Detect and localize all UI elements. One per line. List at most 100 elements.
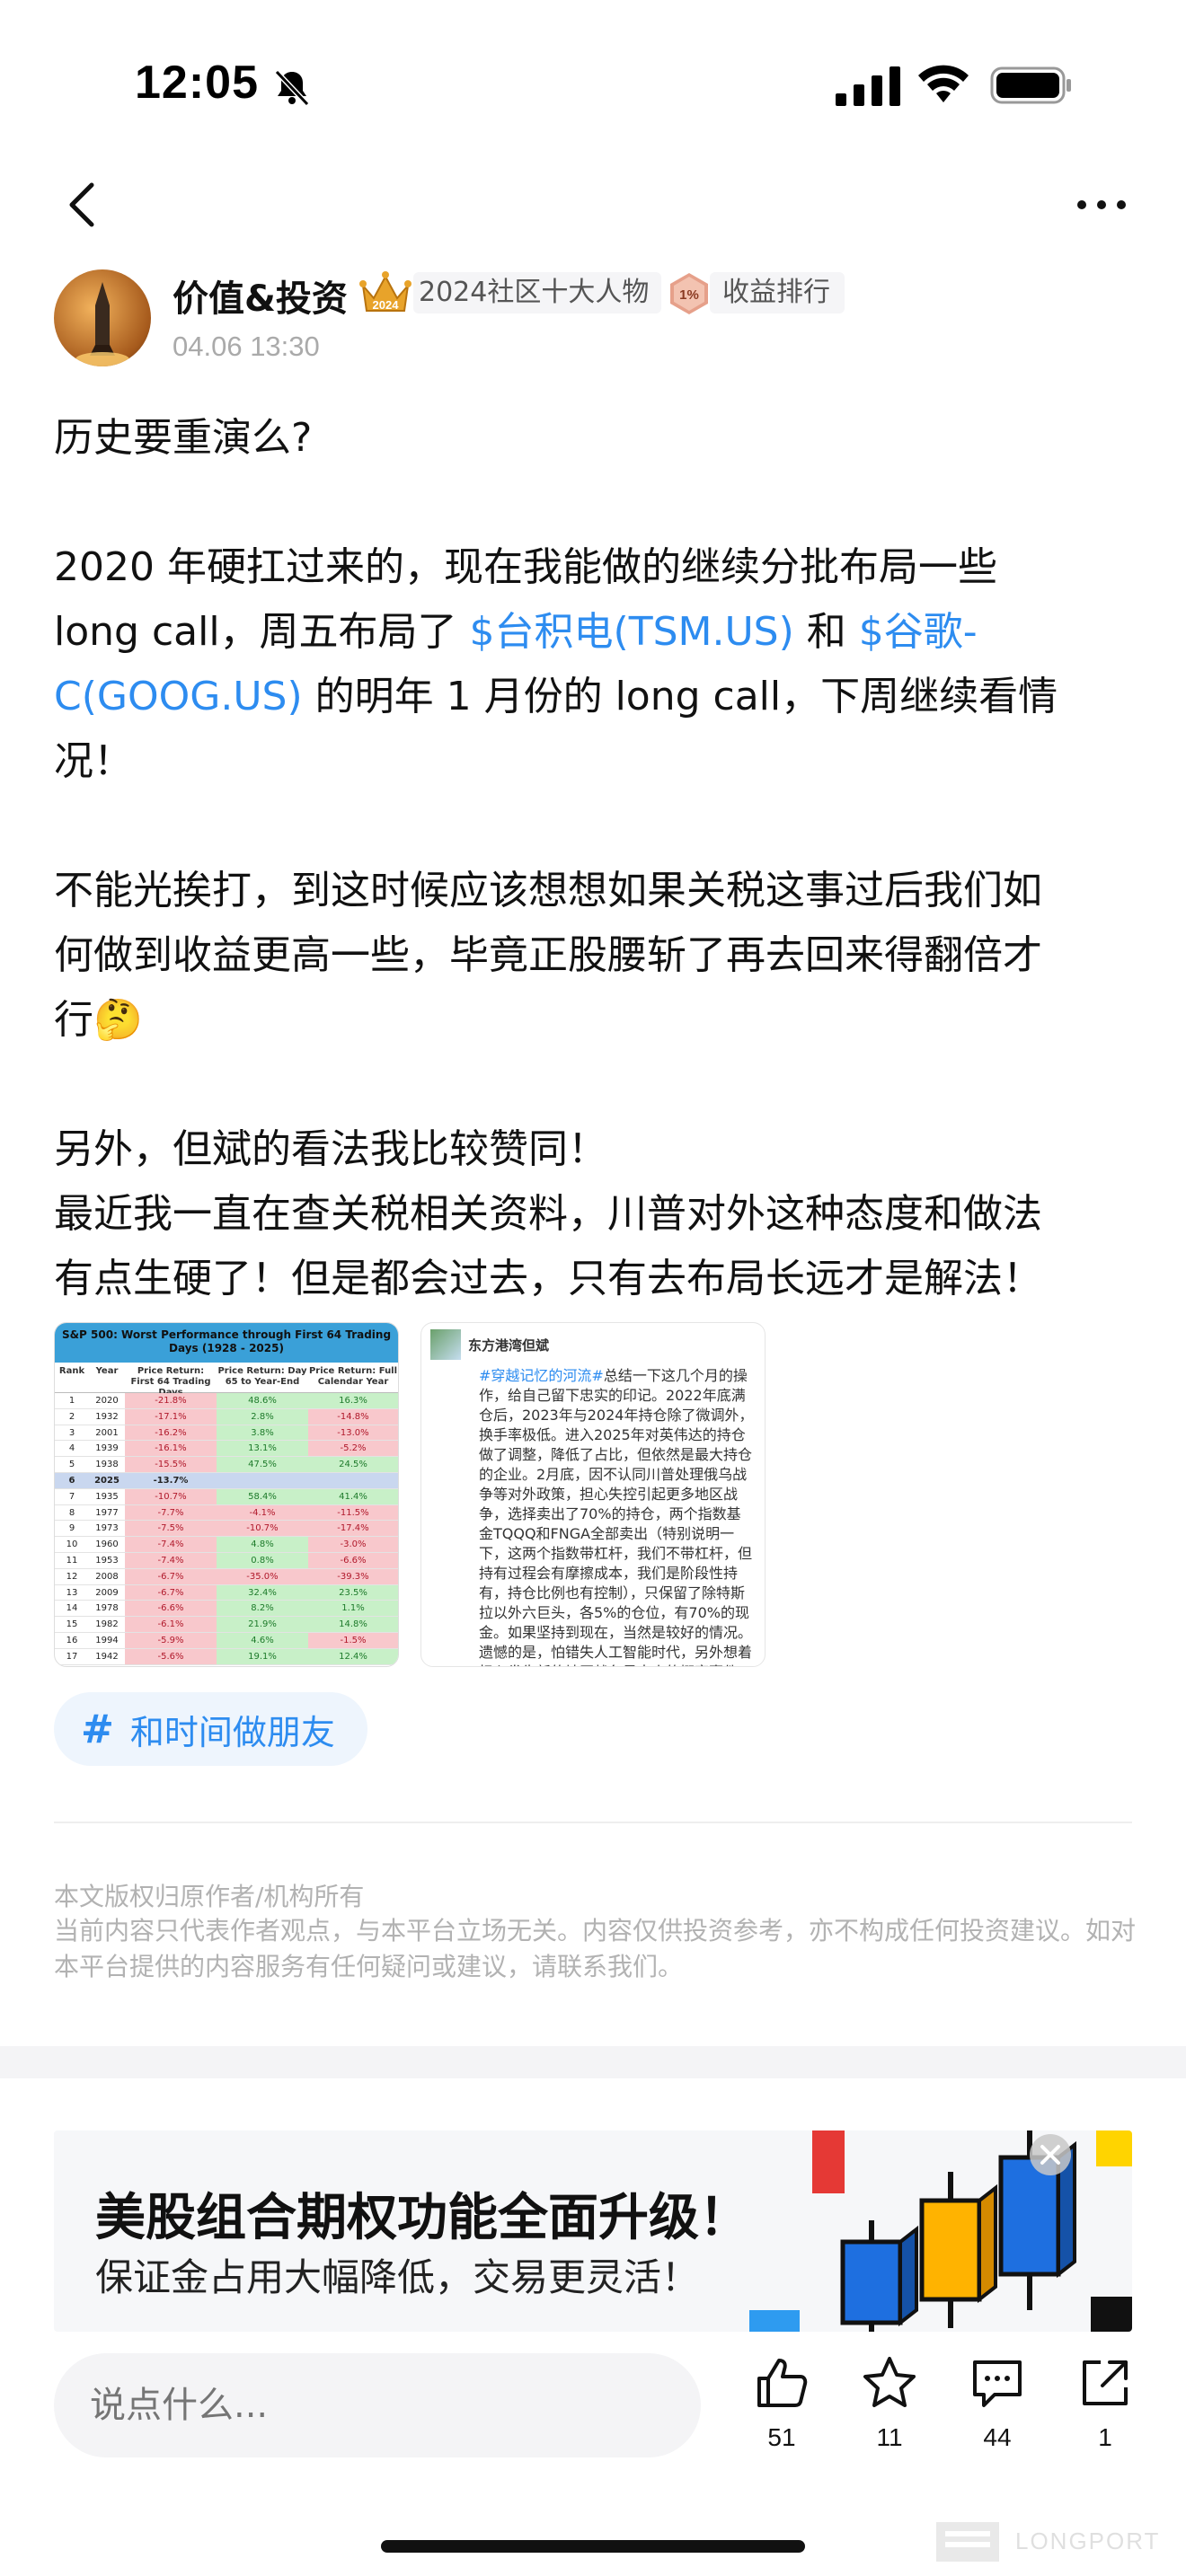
table-cell: 13.1% (217, 1441, 308, 1457)
table-cell: -13.0% (308, 1425, 398, 1441)
stock-ticker-link[interactable]: $谷歌- (859, 609, 978, 655)
table-cell: -3.0% (308, 1537, 398, 1552)
table-cell: 19.1% (217, 1648, 308, 1664)
table-row: 5 1938 -15.5% 47.5% 24.5% (55, 1457, 398, 1473)
table-cell: 1977 (95, 1507, 119, 1518)
table-cell (308, 1472, 398, 1488)
comment-input[interactable] (54, 2353, 701, 2457)
table-cell: 2001 (95, 1427, 119, 1438)
table-header-cell: Price Return: First 64 Trading Days (130, 1366, 211, 1398)
table-cell: 3 (68, 1427, 75, 1438)
table-cell: 48.6% (217, 1393, 308, 1408)
author-avatar[interactable] (54, 269, 151, 366)
stock-ticker-link[interactable]: C(GOOG.US) (54, 674, 303, 719)
star-icon (863, 2357, 916, 2407)
home-indicator[interactable] (381, 2540, 805, 2553)
table-cell: -7.4% (125, 1552, 217, 1568)
note-tag: #穿越记忆的河流# (479, 1367, 604, 1384)
table-row: 8 1977 -7.7% -4.1% -11.5% (55, 1504, 398, 1522)
table-row: 11 1953 -7.4% 0.8% -6.6% (55, 1552, 398, 1569)
copyright-notice: 本文版权归原作者/机构所有 (54, 1882, 365, 1911)
table-cell (217, 1472, 308, 1488)
table-header-cell: Price Return: Full Calendar Year (308, 1366, 398, 1387)
topic-tag-chip[interactable]: # 和时间做朋友 (54, 1692, 367, 1766)
table-cell: -35.0% (217, 1568, 308, 1584)
table-cell: 1932 (95, 1411, 119, 1422)
post-line: 最近我一直在查关税相关资料，川普对外这种态度和做法 (54, 1182, 1141, 1247)
share-icon (1083, 2360, 1128, 2405)
table-cell: -16.2% (125, 1425, 217, 1441)
post-line: 不能光挨打，到这时候应该想想如果关税这事过后我们如 (54, 859, 1141, 923)
favorite-button[interactable]: 11 (845, 2351, 934, 2459)
post-body: 历史要重演么? 2020 年硬扛过来的，现在我能做的继续分批布局一些 long ca… (54, 406, 1141, 1311)
table-cell: 2009 (95, 1587, 119, 1598)
table-row: 4 1939 -16.1% 13.1% -5.2% (55, 1441, 398, 1458)
table-cell: 1942 (95, 1651, 119, 1662)
status-bar: 12:05 (0, 0, 1186, 171)
battery-icon (990, 66, 1071, 104)
wifi-icon (918, 65, 969, 102)
table-cell: 4 (68, 1443, 75, 1454)
table-cell: -6.1% (125, 1617, 217, 1632)
table-cell: -7.4% (125, 1537, 217, 1552)
like-button[interactable]: 51 (737, 2351, 827, 2459)
table-cell: -4.1% (217, 1504, 308, 1521)
table-row: 6 2025 -13.7% (55, 1472, 398, 1489)
watermark-text: LONGPORT (1015, 2527, 1161, 2554)
table-cell: -39.3% (308, 1568, 398, 1584)
table-cell: -5.9% (125, 1632, 217, 1648)
table-row: 10 1960 -7.4% 4.8% -3.0% (55, 1537, 398, 1553)
divider (54, 1822, 1132, 1823)
table-cell: 5 (68, 1460, 75, 1470)
table-cell: -7.5% (125, 1521, 217, 1537)
table-cell: 15 (66, 1619, 78, 1630)
post-time: 04.06 13:30 (173, 331, 320, 362)
note-text: #穿越记忆的河流#总结一下这几个月的操作，给自己留下忠实的印记。2022年底满仓… (421, 1366, 765, 1666)
table-row: 3 2001 -16.2% 3.8% -13.0% (55, 1425, 398, 1442)
more-options-icon[interactable] (1075, 196, 1128, 214)
table-cell: 47.5% (217, 1457, 308, 1472)
table-cell: 1 (68, 1396, 75, 1406)
table-cell: -10.7% (217, 1521, 308, 1537)
post-text: 行🤔 (54, 997, 143, 1043)
table-cell: -5.2% (308, 1441, 398, 1457)
post-text: 2020 年硬扛过来的，现在我能做的继续分批布局一些 (54, 544, 997, 590)
table-cell: 8 (68, 1507, 75, 1518)
table-cell: 24.5% (308, 1457, 398, 1472)
table-cell: -16.1% (125, 1441, 217, 1457)
table-cell: -6.7% (125, 1568, 217, 1584)
table-cell: 32.4% (217, 1584, 308, 1601)
table-cell: 1978 (95, 1603, 119, 1614)
table-cell: 1960 (95, 1539, 119, 1550)
table-row: 17 1942 -5.6% 19.1% 12.4% (55, 1648, 398, 1665)
table-header-cell: Year (95, 1366, 119, 1376)
table-cell: -14.8% (308, 1408, 398, 1425)
comment-button[interactable]: 44 (952, 2351, 1042, 2459)
share-button[interactable]: 1 (1060, 2351, 1150, 2459)
table-header: Rank Year Price Return: First 64 Trading D… (55, 1363, 398, 1398)
rank-badge[interactable]: 收益排行 (710, 272, 845, 313)
candlestick-illustration-icon (749, 2130, 1132, 2332)
ad-banner[interactable]: 美股组合期权功能全面升级！ 保证金占用大幅降低，交易更灵活！ (54, 2130, 1132, 2332)
post-image-quoted-note[interactable]: 东方港湾但斌 #穿越记忆的河流#总结一下这几个月的操作，给自己留下忠实的印记。2… (420, 1322, 766, 1667)
post-text: 历史要重演么? (54, 415, 313, 461)
table-cell: -7.7% (125, 1504, 217, 1521)
stock-ticker-link[interactable]: $台积电(TSM.US) (470, 609, 794, 655)
table-cell: 3.8% (217, 1425, 308, 1441)
post-image-performance-table[interactable]: S&P 500: Worst Performance through First… (54, 1322, 399, 1667)
rank-icon-text: 1% (679, 287, 699, 303)
comment-bubble-icon (973, 2360, 1022, 2407)
table-title: S&P 500: Worst Performance through First… (55, 1323, 398, 1363)
table-cell: 4.8% (217, 1537, 308, 1552)
table-cell: 14 (66, 1603, 78, 1614)
back-arrow-icon[interactable] (65, 178, 101, 232)
table-cell: -17.1% (125, 1408, 217, 1425)
topic-tag-label: 和时间做朋友 (129, 1712, 335, 1752)
author-name[interactable]: 价值&投资 (173, 269, 348, 322)
longport-watermark: LONGPORT (936, 2515, 1177, 2565)
table-row: 7 1935 -10.7% 58.4% 41.4% (55, 1488, 398, 1505)
post-text: 况！ (54, 738, 133, 784)
rank-percent-icon: 1% (670, 273, 708, 314)
award-badge[interactable]: 2024社区十大人物 (413, 272, 662, 313)
close-ad-icon[interactable] (1028, 2132, 1073, 2177)
